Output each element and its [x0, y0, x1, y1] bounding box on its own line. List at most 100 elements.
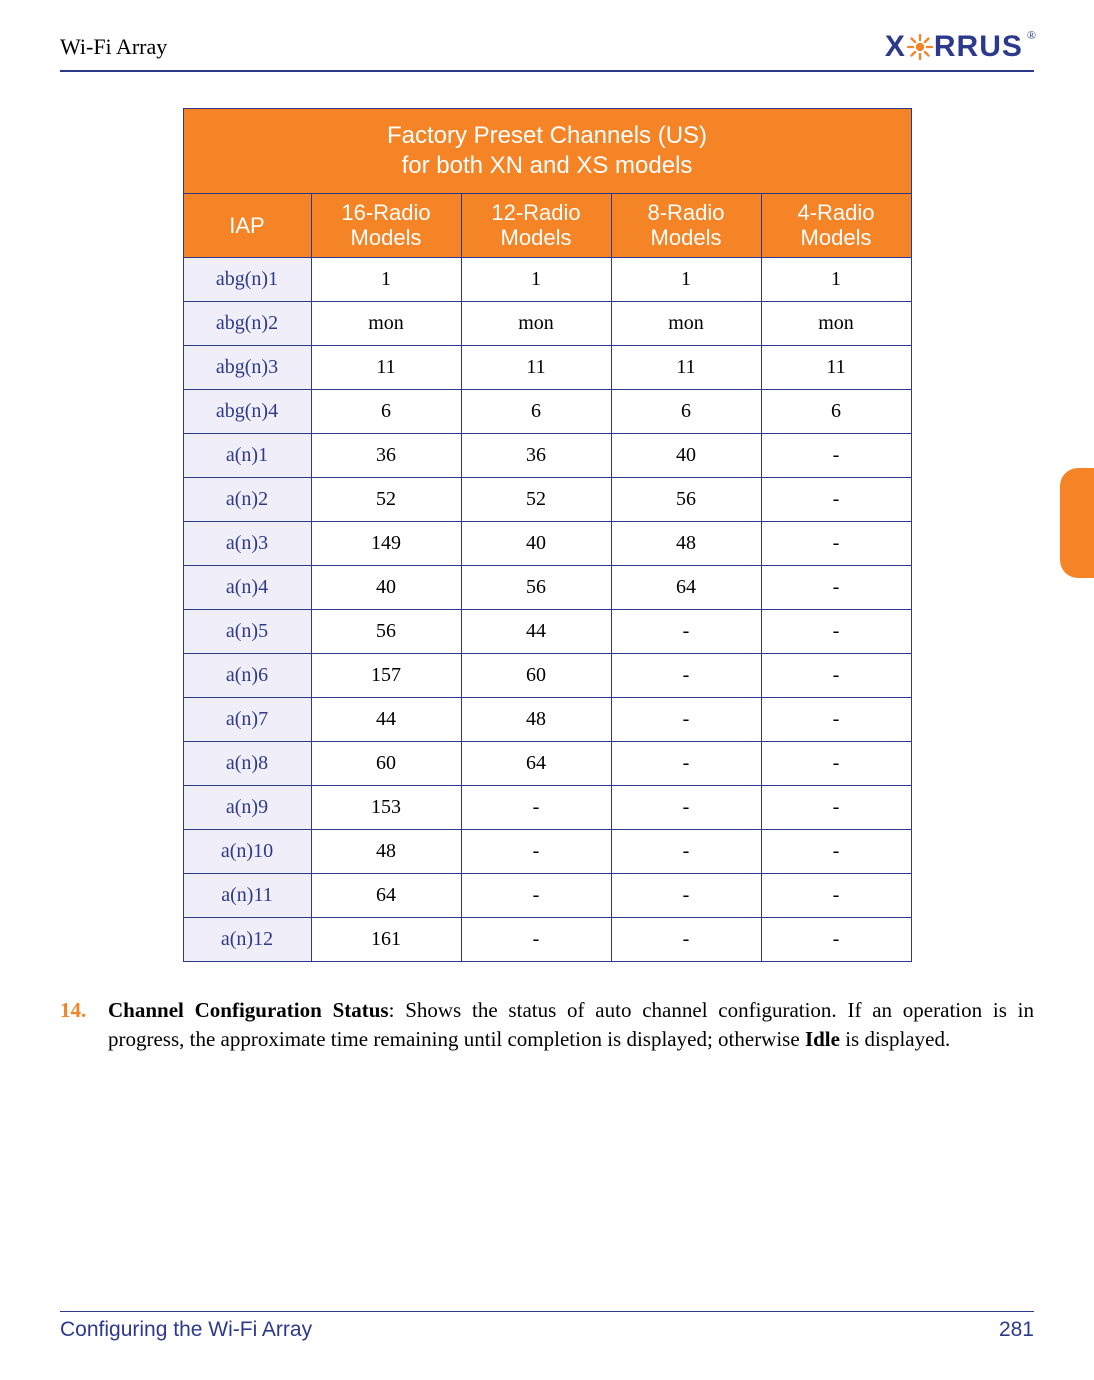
row-iap: a(n)12 [183, 917, 311, 961]
row-iap: a(n)6 [183, 653, 311, 697]
col-16: 16-RadioModels [311, 194, 461, 258]
cell: - [611, 873, 761, 917]
cell: - [761, 521, 911, 565]
cell: 48 [611, 521, 761, 565]
row-iap: abg(n)2 [183, 301, 311, 345]
list-text: Channel Configuration Status: Shows the … [108, 996, 1034, 1055]
row-iap: a(n)5 [183, 609, 311, 653]
cell: - [461, 917, 611, 961]
row-iap: a(n)4 [183, 565, 311, 609]
footer-section: Configuring the Wi-Fi Array [60, 1318, 312, 1342]
cell: 64 [611, 565, 761, 609]
col-8: 8-RadioModels [611, 194, 761, 258]
row-iap: a(n)8 [183, 741, 311, 785]
table-row: a(n)9153--- [183, 785, 911, 829]
row-iap: a(n)2 [183, 477, 311, 521]
row-iap: a(n)9 [183, 785, 311, 829]
cell: 11 [461, 345, 611, 389]
channel-table: Factory Preset Channels (US) for both XN… [183, 108, 912, 962]
row-iap: abg(n)3 [183, 345, 311, 389]
cell: 48 [311, 829, 461, 873]
cell: mon [611, 301, 761, 345]
cell: - [761, 697, 911, 741]
cell: 48 [461, 697, 611, 741]
page-title: Wi-Fi Array [60, 34, 167, 60]
cell: - [761, 917, 911, 961]
row-iap: a(n)10 [183, 829, 311, 873]
cell: 52 [461, 477, 611, 521]
cell: 11 [761, 345, 911, 389]
header-divider [60, 70, 1034, 72]
cell: 44 [311, 697, 461, 741]
table-row: a(n)12161--- [183, 917, 911, 961]
row-iap: a(n)3 [183, 521, 311, 565]
col-iap: IAP [183, 194, 311, 258]
table-row: abg(n)2monmonmonmon [183, 301, 911, 345]
cell: - [761, 609, 911, 653]
cell: - [761, 785, 911, 829]
cell: mon [761, 301, 911, 345]
table-title: Factory Preset Channels (US) for both XN… [183, 109, 911, 194]
cell: - [761, 433, 911, 477]
list-number: 14. [60, 996, 108, 1055]
cell: 157 [311, 653, 461, 697]
page-tab-icon [1060, 468, 1094, 578]
cell: 11 [311, 345, 461, 389]
cell: 161 [311, 917, 461, 961]
row-iap: a(n)1 [183, 433, 311, 477]
table-row: a(n)1164--- [183, 873, 911, 917]
cell: mon [311, 301, 461, 345]
cell: 40 [311, 565, 461, 609]
cell: 6 [611, 389, 761, 433]
cell: 1 [461, 257, 611, 301]
cell: 56 [611, 477, 761, 521]
table-row: abg(n)46666 [183, 389, 911, 433]
cell: 52 [311, 477, 461, 521]
table-row: a(n)2525256- [183, 477, 911, 521]
table-row: a(n)1048--- [183, 829, 911, 873]
table-row: a(n)4405664- [183, 565, 911, 609]
cell: 1 [761, 257, 911, 301]
cell: 153 [311, 785, 461, 829]
footer-divider [60, 1311, 1034, 1312]
table-row: a(n)86064-- [183, 741, 911, 785]
cell: 56 [461, 565, 611, 609]
cell: - [761, 873, 911, 917]
footer-page-number: 281 [999, 1318, 1034, 1342]
registered-icon: ® [1027, 28, 1036, 43]
page-header: Wi-Fi Array X [60, 30, 1034, 64]
logo-text-right: RRUS [934, 30, 1023, 64]
burst-icon [907, 34, 933, 60]
table-row: a(n)1363640- [183, 433, 911, 477]
cell: 60 [311, 741, 461, 785]
cell: 40 [461, 521, 611, 565]
cell: - [611, 917, 761, 961]
table-row: abg(n)11111 [183, 257, 911, 301]
cell: 64 [311, 873, 461, 917]
cell: 40 [611, 433, 761, 477]
cell: 1 [611, 257, 761, 301]
cell: - [461, 785, 611, 829]
table-body: abg(n)11111abg(n)2monmonmonmonabg(n)3111… [183, 257, 911, 961]
cell: - [611, 829, 761, 873]
col-4: 4-RadioModels [761, 194, 911, 258]
cell: - [611, 741, 761, 785]
cell: 64 [461, 741, 611, 785]
col-12: 12-RadioModels [461, 194, 611, 258]
cell: 36 [311, 433, 461, 477]
cell: 1 [311, 257, 461, 301]
table-row: a(n)615760-- [183, 653, 911, 697]
cell: - [611, 609, 761, 653]
logo-text-left: X [885, 30, 906, 64]
cell: 60 [461, 653, 611, 697]
cell: - [461, 829, 611, 873]
table-row: abg(n)311111111 [183, 345, 911, 389]
row-iap: a(n)11 [183, 873, 311, 917]
cell: - [761, 741, 911, 785]
cell: - [611, 653, 761, 697]
page-footer: Configuring the Wi-Fi Array 281 [60, 1311, 1034, 1342]
cell: 6 [761, 389, 911, 433]
table-row: a(n)55644-- [183, 609, 911, 653]
row-iap: abg(n)4 [183, 389, 311, 433]
cell: 6 [461, 389, 611, 433]
